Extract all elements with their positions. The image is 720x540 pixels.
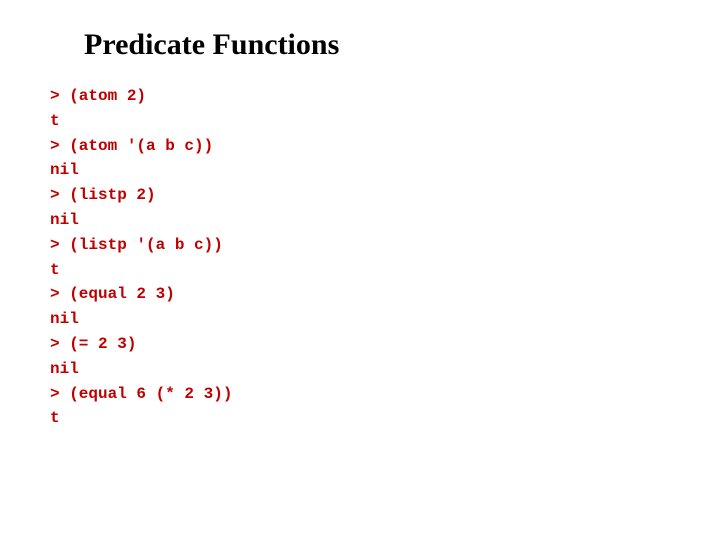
code-line: > (atom 2) <box>50 87 146 105</box>
code-line: > (equal 6 (* 2 3)) <box>50 385 232 403</box>
code-line: nil <box>50 161 79 179</box>
code-line: t <box>50 409 60 427</box>
code-line: > (equal 2 3) <box>50 285 175 303</box>
code-line: nil <box>50 310 79 328</box>
code-line: t <box>50 261 60 279</box>
code-line: > (atom '(a b c)) <box>50 137 213 155</box>
code-line: > (listp 2) <box>50 186 156 204</box>
slide: Predicate Functions > (atom 2) t > (atom… <box>0 0 720 540</box>
code-line: t <box>50 112 60 130</box>
code-line: nil <box>50 360 79 378</box>
code-line: nil <box>50 211 79 229</box>
code-line: > (= 2 3) <box>50 335 136 353</box>
page-title: Predicate Functions <box>84 28 670 62</box>
code-line: > (listp '(a b c)) <box>50 236 223 254</box>
code-block: > (atom 2) t > (atom '(a b c)) nil > (li… <box>50 84 670 431</box>
